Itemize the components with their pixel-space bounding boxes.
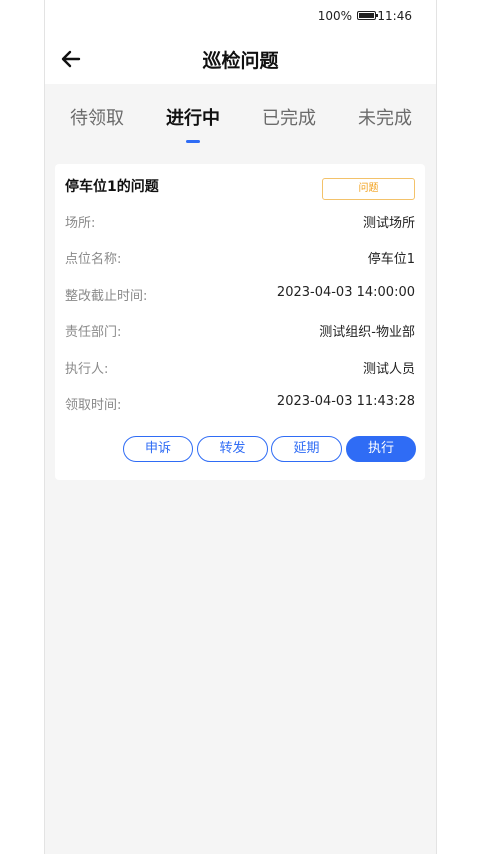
field-value: 停车位1	[367, 252, 415, 267]
field-value: 测试人员	[362, 362, 415, 377]
field-executor: 执行人: 测试人员	[65, 358, 415, 378]
field-label: 点位名称:	[65, 252, 122, 267]
field-value: 测试组织-物业部	[319, 325, 415, 340]
tab-completed[interactable]: 已完成	[241, 104, 337, 130]
status-bar: 100% 11:46	[45, 0, 436, 34]
tab-incomplete[interactable]: 未完成	[337, 104, 433, 130]
battery-percentage: 100%	[317, 9, 352, 23]
status-time: 11:46	[377, 9, 412, 23]
forward-button[interactable]: 转发	[197, 436, 268, 462]
appeal-button[interactable]: 申诉	[123, 436, 193, 462]
field-location: 场所: 测试场所	[65, 212, 415, 232]
field-label: 领取时间:	[65, 398, 122, 413]
page-title: 巡检问题	[202, 50, 279, 72]
execute-button[interactable]: 执行	[346, 436, 416, 462]
field-deadline: 整改截止时间: 2023-04-03 14:00:00	[65, 285, 415, 305]
app-screen: 100% 11:46 巡检问题 待领取 进行中 已完成 未完成 停车位1的问题 …	[44, 0, 437, 854]
status-tabs: 待领取 进行中 已完成 未完成	[45, 84, 436, 148]
field-claim-time: 领取时间: 2023-04-03 11:43:28	[65, 394, 415, 414]
field-label: 整改截止时间:	[65, 289, 148, 304]
active-tab-indicator	[186, 140, 200, 143]
field-value: 测试场所	[362, 216, 415, 231]
issue-type-badge: 问题	[322, 178, 415, 200]
navigation-bar: 巡检问题	[45, 34, 436, 84]
tab-pending[interactable]: 待领取	[49, 104, 145, 130]
extend-button[interactable]: 延期	[271, 436, 342, 462]
issue-card[interactable]: 停车位1的问题 问题 场所: 测试场所 点位名称: 停车位1 整改截止时间: 2…	[55, 164, 425, 480]
tab-in-progress[interactable]: 进行中	[145, 104, 241, 130]
field-value: 2023-04-03 14:00:00	[276, 285, 415, 300]
field-label: 场所:	[65, 216, 96, 231]
issue-title: 停车位1的问题	[65, 179, 159, 195]
field-department: 责任部门: 测试组织-物业部	[65, 321, 415, 341]
field-label: 执行人:	[65, 362, 109, 377]
field-value: 2023-04-03 11:43:28	[276, 394, 415, 409]
field-label: 责任部门:	[65, 325, 122, 340]
battery-icon	[357, 11, 378, 20]
field-point-name: 点位名称: 停车位1	[65, 248, 415, 268]
